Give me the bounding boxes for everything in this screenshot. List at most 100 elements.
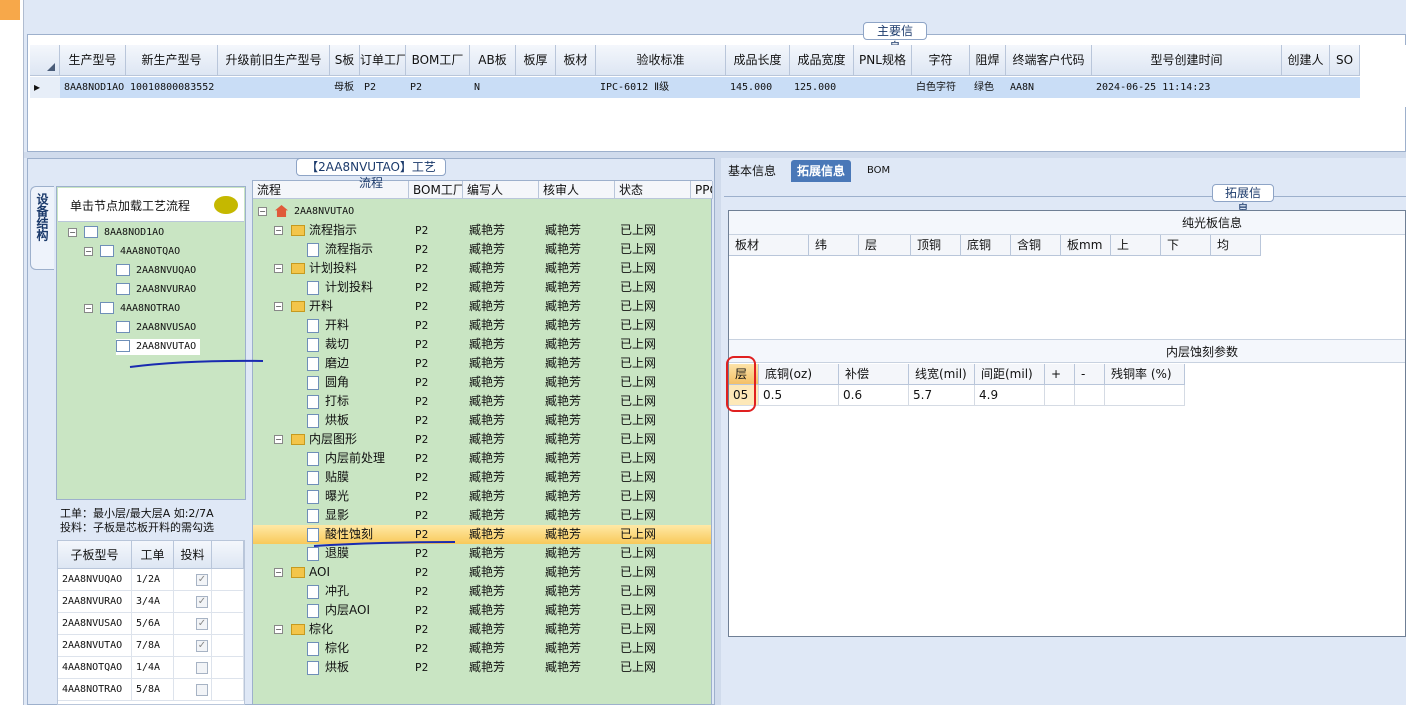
main-row-cell[interactable]: 母板 [330, 77, 360, 98]
tree-expand-toggle[interactable]: − [68, 228, 77, 237]
sub-row-model[interactable]: 2AA8NVUSAO [58, 613, 132, 635]
sub-row-order[interactable]: 7/8A [132, 635, 174, 657]
feed-checkbox[interactable]: ✓ [196, 618, 208, 630]
feed-checkbox[interactable] [196, 684, 208, 696]
main-col-header[interactable]: SO [1330, 45, 1360, 76]
flow-col-header[interactable]: BOM工厂 [409, 181, 463, 199]
flow-row[interactable]: 开料 P2 臧艳芳 臧艳芳 已上网 [253, 316, 711, 335]
main-row-cell[interactable]: 10010800083552 [126, 77, 218, 98]
flow-row[interactable]: 曝光 P2 臧艳芳 臧艳芳 已上网 [253, 487, 711, 506]
main-row-cell[interactable]: 白色字符 [912, 77, 970, 98]
collapsed-side-tab[interactable] [0, 0, 20, 20]
main-row-cell[interactable]: P2 [406, 77, 470, 98]
main-col-header[interactable]: 型号创建时间 [1092, 45, 1282, 76]
row-indicator[interactable]: ▸ [30, 77, 60, 98]
col-sub-model[interactable]: 子板型号 [58, 541, 132, 569]
flow-row[interactable]: 内层AOI P2 臧艳芳 臧艳芳 已上网 [253, 601, 711, 620]
sub-row-order[interactable]: 1/2A [132, 569, 174, 591]
flow-row[interactable]: 冲孔 P2 臧艳芳 臧艳芳 已上网 [253, 582, 711, 601]
main-col-header[interactable]: 订单工厂 [360, 45, 406, 76]
tab-device-structure[interactable]: 设备结构 [30, 186, 54, 270]
main-row-cell[interactable] [1282, 77, 1330, 98]
flow-row[interactable]: 退膜 P2 臧艳芳 臧艳芳 已上网 [253, 544, 711, 563]
flow-expand-toggle[interactable]: − [274, 625, 283, 634]
main-col-header[interactable]: S板 [330, 45, 360, 76]
main-col-header[interactable]: 验收标准 [596, 45, 726, 76]
tree-expand-toggle[interactable]: − [84, 304, 93, 313]
inner-etch-col-header[interactable]: 底铜(oz) [759, 364, 839, 385]
sub-row-model[interactable]: 4AA8NOTRAO [58, 679, 132, 701]
flow-row[interactable]: − 内层图形 P2 臧艳芳 臧艳芳 已上网 [253, 430, 711, 449]
main-col-header[interactable]: AB板 [470, 45, 516, 76]
flow-row[interactable]: 圆角 P2 臧艳芳 臧艳芳 已上网 [253, 373, 711, 392]
inner-etch-cell[interactable]: 5.7 [909, 385, 975, 406]
main-col-header[interactable]: BOM工厂 [406, 45, 470, 76]
feed-checkbox[interactable]: ✓ [196, 640, 208, 652]
main-row-cell[interactable]: 绿色 [970, 77, 1006, 98]
sub-row-order[interactable]: 3/4A [132, 591, 174, 613]
main-row-cell[interactable]: P2 [360, 77, 406, 98]
flow-expand-toggle[interactable]: − [258, 207, 267, 216]
tree-node[interactable]: 2AA8NVUQAO [116, 263, 196, 279]
flow-row[interactable]: − 计划投料 P2 臧艳芳 臧艳芳 已上网 [253, 259, 711, 278]
flow-expand-toggle[interactable]: − [274, 568, 283, 577]
inner-etch-cell[interactable] [1105, 385, 1185, 406]
main-col-header[interactable]: 板厚 [516, 45, 556, 76]
flow-row[interactable]: − 棕化 P2 臧艳芳 臧艳芳 已上网 [253, 620, 711, 639]
sub-row-model[interactable]: 2AA8NVUQAO [58, 569, 132, 591]
inner-etch-cell[interactable]: 0.5 [759, 385, 839, 406]
flow-row[interactable]: 流程指示 P2 臧艳芳 臧艳芳 已上网 [253, 240, 711, 259]
flow-col-header[interactable]: 状态 [615, 181, 691, 199]
bare-board-col-header[interactable]: 均 [1211, 235, 1261, 256]
tree-node[interactable]: 4AA8NOTQAO [100, 244, 180, 260]
flow-row[interactable]: 烘板 P2 臧艳芳 臧艳芳 已上网 [253, 658, 711, 677]
main-row-cell[interactable] [556, 77, 596, 98]
flow-row[interactable]: 棕化 P2 臧艳芳 臧艳芳 已上网 [253, 639, 711, 658]
bare-board-col-header[interactable]: 板mm [1061, 235, 1111, 256]
flow-row[interactable]: 贴膜 P2 臧艳芳 臧艳芳 已上网 [253, 468, 711, 487]
flow-row[interactable]: − AOI P2 臧艳芳 臧艳芳 已上网 [253, 563, 711, 582]
inner-etch-cell[interactable] [1045, 385, 1075, 406]
flow-expand-toggle[interactable]: − [274, 302, 283, 311]
bare-board-col-header[interactable]: 板材 [729, 235, 809, 256]
sub-row-order[interactable]: 1/4A [132, 657, 174, 679]
main-col-header[interactable]: 成品长度 [726, 45, 790, 76]
tree-node[interactable]: 2AA8NVUSAO [116, 320, 196, 336]
feed-checkbox[interactable]: ✓ [196, 596, 208, 608]
inner-etch-col-header[interactable]: - [1075, 364, 1105, 385]
flow-expand-toggle[interactable]: − [274, 226, 283, 235]
flow-row[interactable]: 显影 P2 臧艳芳 臧艳芳 已上网 [253, 506, 711, 525]
sub-row-model[interactable]: 2AA8NVURAO [58, 591, 132, 613]
sub-row-model[interactable]: 4AA8NOTQAO [58, 657, 132, 679]
flow-row[interactable]: 内层前处理 P2 臧艳芳 臧艳芳 已上网 [253, 449, 711, 468]
bare-board-col-header[interactable]: 纬 [809, 235, 859, 256]
main-row-cell[interactable] [854, 77, 912, 98]
bare-board-col-header[interactable]: 上 [1111, 235, 1161, 256]
flow-row-selected[interactable]: 酸性蚀刻 P2 臧艳芳 臧艳芳 已上网 [253, 525, 711, 544]
col-order[interactable]: 工单 [132, 541, 174, 569]
main-col-header[interactable]: 阻焊 [970, 45, 1006, 76]
tab-basic-info[interactable]: 基本信息 [722, 160, 782, 182]
main-row-cell[interactable]: AA8N [1006, 77, 1092, 98]
main-row-cell[interactable] [218, 77, 330, 98]
feed-checkbox[interactable] [196, 662, 208, 674]
flow-col-header[interactable]: 编写人 [463, 181, 539, 199]
main-col-header[interactable]: 创建人 [1282, 45, 1330, 76]
main-col-header[interactable]: 生产型号 [60, 45, 126, 76]
main-row-cell[interactable]: 145.000 [726, 77, 790, 98]
speech-bubble-icon[interactable] [214, 196, 238, 214]
main-col-header[interactable]: 升级前旧生产型号 [218, 45, 330, 76]
sub-row-order[interactable]: 5/8A [132, 679, 174, 701]
main-row-cell[interactable] [516, 77, 556, 98]
main-col-header[interactable]: 字符 [912, 45, 970, 76]
main-col-header[interactable]: 板材 [556, 45, 596, 76]
main-col-header[interactable]: 终端客户代码 [1006, 45, 1092, 76]
inner-etch-col-header[interactable]: 线宽(mil) [909, 364, 975, 385]
flow-root-row[interactable]: − 2AA8NVUTAO [253, 202, 711, 221]
inner-etch-col-header[interactable]: 间距(mil) [975, 364, 1045, 385]
main-row-cell[interactable] [1330, 77, 1360, 98]
sub-row-model[interactable]: 2AA8NVUTAO [58, 635, 132, 657]
tree-node[interactable]: 2AA8NVURAO [116, 282, 196, 298]
flow-row[interactable]: 烘板 P2 臧艳芳 臧艳芳 已上网 [253, 411, 711, 430]
flow-row[interactable]: − 开料 P2 臧艳芳 臧艳芳 已上网 [253, 297, 711, 316]
